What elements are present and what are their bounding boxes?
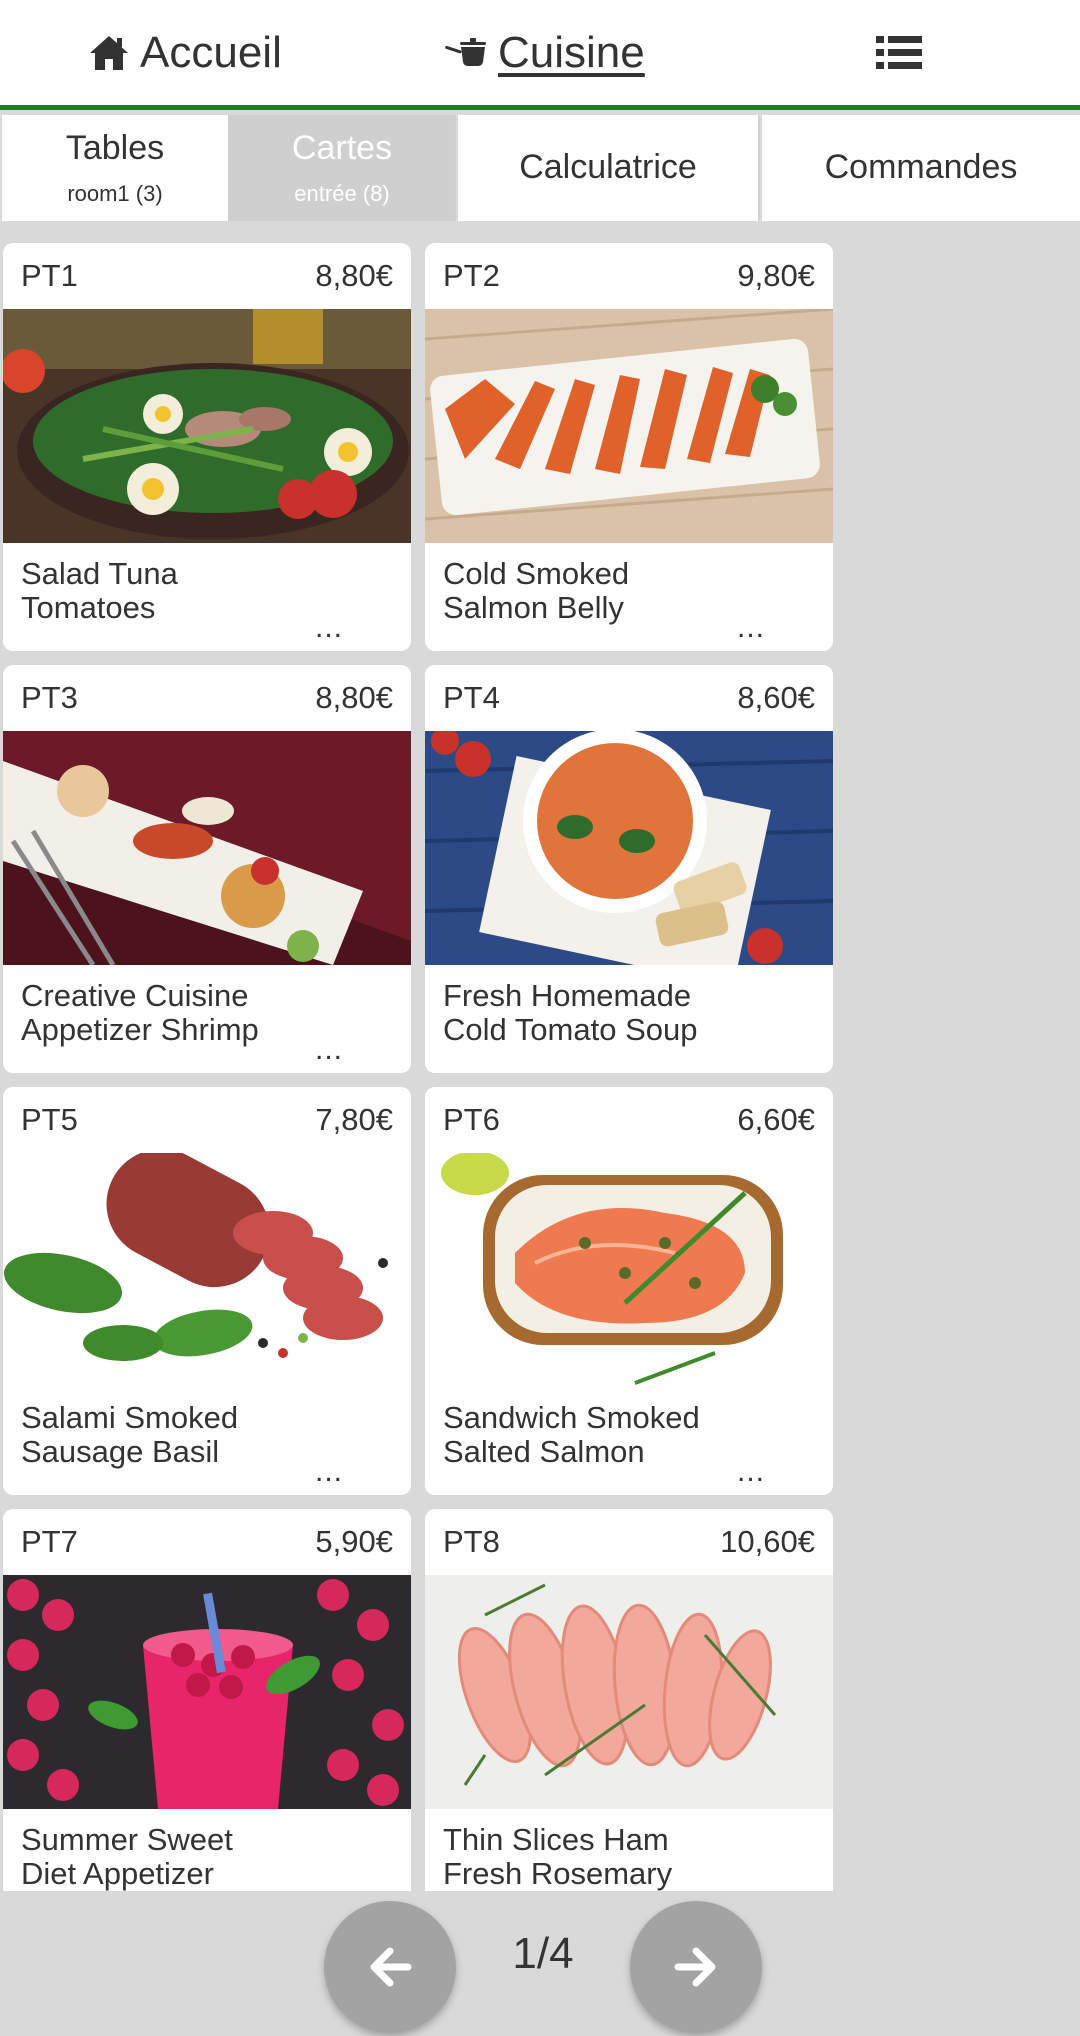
cooking-pot-icon [445, 38, 486, 66]
product-name: Fresh Homemade Cold Tomato Soup [443, 978, 698, 1047]
product-price: 8,80€ [315, 258, 393, 293]
product-grid: PT1 8,80€ Salad Tuna Tomatoes ... PT2 9,… [0, 221, 1080, 1891]
card-header: PT3 8,80€ [3, 665, 411, 731]
page-indicator: 1/4 [512, 1929, 574, 1978]
product-name: Summer Sweet Diet Appetizer [21, 1822, 233, 1891]
product-price: 8,60€ [737, 680, 815, 715]
product-code: PT5 [21, 1102, 78, 1137]
product-code: PT1 [21, 258, 78, 293]
product-card[interactable]: PT4 8,60€ Fresh Homemade Cold Tomato Soup [425, 665, 833, 1073]
product-code: PT2 [443, 258, 500, 293]
product-more: ... [315, 1877, 343, 1891]
product-code: PT8 [443, 1524, 500, 1559]
card-header: PT6 6,60€ [425, 1087, 833, 1153]
shrimp-appetizer-image [3, 731, 411, 965]
product-code: PT3 [21, 680, 78, 715]
top-navigation-bar: Accueil Cuisine [0, 0, 1080, 110]
tab-tables-sub: room1 (3) [67, 180, 163, 206]
nav-cuisine-label: Cuisine [498, 28, 645, 77]
tab-cartes-label: Cartes [291, 129, 393, 168]
salami-image [3, 1153, 411, 1387]
card-header: PT5 7,80€ [3, 1087, 411, 1153]
tab-cartes-sub: entrée (8) [294, 180, 390, 206]
product-more: ... [737, 1455, 766, 1488]
next-page-button[interactable] [630, 1901, 762, 2033]
ham-slices-image [425, 1575, 833, 1809]
pagination-bar: 1/4 [0, 1891, 1080, 2036]
list-menu-button[interactable] [876, 22, 922, 84]
product-more: ... [315, 1455, 344, 1488]
product-price: 6,60€ [737, 1102, 815, 1137]
product-price: 9,80€ [737, 258, 815, 293]
tab-bar: Tables room1 (3) Cartes entrée (8) Calcu… [0, 115, 1080, 221]
product-more: ... [315, 1033, 344, 1066]
product-code: PT4 [443, 680, 500, 715]
card-header: PT2 9,80€ [425, 243, 833, 309]
tab-commandes-label: Commandes [824, 148, 1018, 187]
product-price: 8,80€ [315, 680, 393, 715]
arrow-left-icon [370, 1947, 412, 1987]
product-card[interactable]: PT8 10,60€ Thin Slices Ham Fresh Rosemar… [425, 1509, 833, 1891]
product-name: Salad Tuna Tomatoes [21, 556, 178, 625]
product-card[interactable]: PT1 8,80€ Salad Tuna Tomatoes ... [3, 243, 411, 651]
tab-cartes[interactable]: Cartes entrée (8) [230, 115, 456, 221]
product-more: ... [737, 611, 766, 644]
previous-page-button[interactable] [324, 1901, 456, 2033]
card-header: PT4 8,60€ [425, 665, 833, 731]
nav-home-label: Accueil [140, 28, 282, 77]
nav-home-link[interactable]: Accueil [88, 22, 282, 84]
product-card[interactable]: PT6 6,60€ Sandwich Smoked Salted Salmon .… [425, 1087, 833, 1495]
tomato-soup-image [425, 731, 833, 965]
list-icon [876, 36, 922, 69]
tab-tables[interactable]: Tables room1 (3) [2, 115, 230, 221]
card-header: PT8 10,60€ [425, 1509, 833, 1575]
raspberry-smoothie-image [3, 1575, 411, 1809]
product-name: Thin Slices Ham Fresh Rosemary [443, 1822, 673, 1891]
salad-image [3, 309, 411, 543]
product-code: PT6 [443, 1102, 500, 1137]
tab-tables-label: Tables [65, 129, 165, 168]
nav-cuisine-link[interactable]: Cuisine [444, 22, 645, 84]
card-header: PT1 8,80€ [3, 243, 411, 309]
arrow-right-icon [674, 1947, 716, 1987]
product-code: PT7 [21, 1524, 78, 1559]
card-header: PT7 5,90€ [3, 1509, 411, 1575]
tab-calculatrice-label: Calculatrice [519, 148, 697, 187]
product-card[interactable]: PT3 8,80€ Creative Cuisine Appetizer Shri… [3, 665, 411, 1073]
product-more: ... [315, 611, 344, 644]
product-name: Cold Smoked Salmon Belly [443, 556, 630, 625]
tab-calculatrice[interactable]: Calculatrice [458, 115, 760, 221]
product-card[interactable]: PT5 7,80€ Salami Smoked Sausage Basil ... [3, 1087, 411, 1495]
home-icon [90, 36, 128, 70]
product-card[interactable]: PT2 9,80€ Cold Smoked Salmon Belly ... [425, 243, 833, 651]
product-price: 10,60€ [720, 1524, 815, 1559]
product-name: Sandwich Smoked Salted Salmon [443, 1400, 700, 1469]
product-card[interactable]: PT7 5,90€ Summer Sweet Diet Appetizer [3, 1509, 411, 1891]
salmon-belly-image [425, 309, 833, 543]
salmon-sandwich-image [425, 1153, 833, 1387]
product-name: Salami Smoked Sausage Basil [21, 1400, 239, 1469]
product-price: 5,90€ [315, 1524, 393, 1559]
product-price: 7,80€ [315, 1102, 393, 1137]
product-name: Creative Cuisine Appetizer Shrimp [21, 978, 259, 1047]
tab-commandes[interactable]: Commandes [762, 115, 1080, 221]
